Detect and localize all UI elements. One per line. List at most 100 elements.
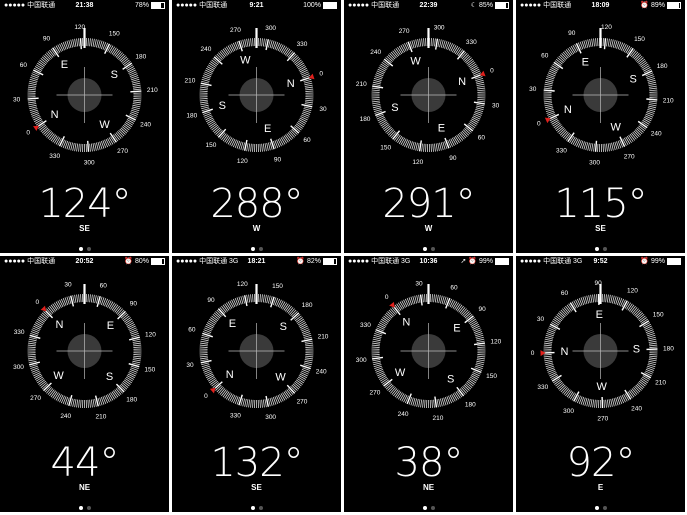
dial-tick [477,352,486,354]
direction-label: SE [251,483,262,492]
degree-label: 300 [265,25,276,32]
page-dot[interactable] [430,247,435,251]
dial-tick [543,350,552,352]
page-dot[interactable] [78,247,83,251]
cardinal-label: E [453,323,460,335]
dial-tick [648,357,658,360]
target-marker [544,117,551,124]
degree-label: 330 [360,322,371,329]
page-dot[interactable] [250,247,255,251]
dial-tick [543,354,552,356]
dial-tick [89,38,91,47]
dial-tick [648,342,658,345]
dial-tick [133,355,142,358]
page-indicator[interactable] [0,238,169,253]
page-indicator[interactable] [172,497,341,512]
page-dot[interactable] [86,247,91,251]
degree-label: 30 [529,86,537,93]
dial-tick [543,342,553,345]
degree-label: 120 [412,159,423,166]
degree-label: 270 [624,153,635,160]
degree-label: 180 [126,397,137,404]
page-dot[interactable] [594,247,599,251]
page-dot[interactable] [602,506,607,510]
heading-readout: 132° [210,440,303,486]
degree-label: 90 [207,297,215,304]
dial-tick [590,399,593,408]
heading-readout: 38° [394,440,464,486]
page-dot[interactable] [78,506,83,510]
degree-label: 210 [318,334,329,341]
degree-label: 60 [478,135,486,142]
direction-label: W [252,224,261,233]
dial-tick [643,323,652,329]
cardinal-label: W [597,381,608,393]
page-dot[interactable] [258,247,263,251]
dial-tick [586,295,590,304]
degree-label: 30 [537,316,545,323]
dial-tick [407,41,413,53]
degree-label: 30 [186,362,194,369]
page-dot[interactable] [250,506,255,510]
page-dot[interactable] [86,506,91,510]
compass-dial: 0 30 60 90 120 150 180 210 240 270 300 330 N E S W [13,24,158,167]
dial-tick [78,294,80,303]
page-indicator[interactable] [172,238,341,253]
page-dot[interactable] [422,506,427,510]
page-indicator[interactable] [0,497,169,512]
dial-tick [594,294,596,303]
compass-screen: ●●●●● 中国联通 3G 10:36 ➚ ⏰ 99% 0 30 60 90 120 150 18… [344,256,513,512]
degree-label: 30 [319,106,327,113]
dial-tick [199,354,208,356]
dial-tick [82,399,84,408]
dial-tick [400,44,406,53]
dial-tick [573,300,578,308]
dial-tick [550,118,558,123]
page-dot[interactable] [430,506,435,510]
dial-tick [252,399,254,408]
page-dot[interactable] [258,506,263,510]
dial-tick [305,354,314,356]
compass-screen: ●●●●● 中国联通 3G 9:52 ⏰ 99% 0 30 60 90 120 150 180 21… [516,256,685,512]
page-indicator[interactable] [516,497,685,512]
dial-tick [27,350,36,352]
dial-tick [611,398,615,407]
dial-tick [590,294,593,303]
dial-tick [378,118,386,123]
cardinal-label: W [611,122,622,134]
dial-tick [89,399,91,408]
dial-tick [603,399,605,408]
dial-tick [27,90,36,92]
degree-label: 210 [147,87,158,94]
page-dot[interactable] [422,247,427,251]
cardinal-label: N [287,78,295,90]
dial-tick [305,355,314,358]
page-dot[interactable] [602,247,607,251]
cardinal-label: W [395,367,406,379]
dial-tick [605,399,607,408]
dial-tick [608,294,611,303]
dial-tick [433,294,435,303]
page-indicator[interactable] [344,238,513,253]
dial-tick [450,138,455,146]
dial-tick [402,44,407,52]
dial-tick [429,399,431,408]
dial-tick [606,294,609,303]
dial-tick [598,399,600,408]
dial-tick [649,344,658,347]
page-indicator[interactable] [344,497,513,512]
degree-label: 150 [144,366,155,373]
dial-tick [377,116,386,122]
cardinal-label: S [447,373,454,385]
dial-tick [305,350,314,352]
cardinal-label: W [240,55,251,67]
heading-readout: 92° [566,440,636,486]
dial-tick [647,336,656,340]
page-dot[interactable] [594,506,599,510]
compass-screen: ●●●●● 中国联通 22:39 ☾ 85% 0 30 60 90 120 150 180 210 2… [344,0,513,253]
degree-label: 210 [185,78,196,85]
dial-tick [133,94,142,96]
degree-label: 300 [589,159,600,166]
dial-tick [257,399,259,408]
page-indicator[interactable] [516,238,685,253]
